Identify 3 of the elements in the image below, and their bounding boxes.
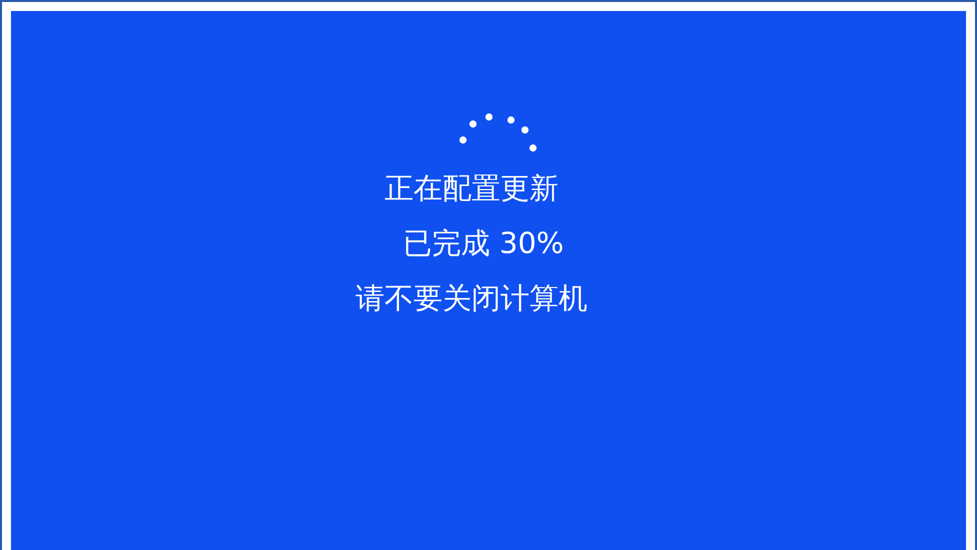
- status-text: 请不要关闭计算机: [356, 280, 588, 317]
- status-text: 正在配置更新: [384, 170, 558, 207]
- status-text: 已完成 30%: [403, 225, 564, 262]
